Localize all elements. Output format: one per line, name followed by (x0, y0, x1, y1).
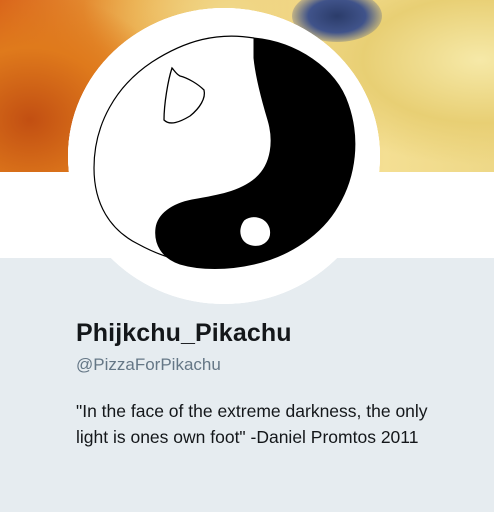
username-handle[interactable]: @PizzaForPikachu (76, 354, 476, 376)
display-name[interactable]: Phijkchu_Pikachu (76, 316, 476, 350)
avatar[interactable] (68, 8, 380, 304)
avatar-border (68, 8, 380, 304)
profile-info: Phijkchu_Pikachu @PizzaForPikachu "In th… (76, 316, 476, 450)
profile-bio: "In the face of the extreme darkness, th… (76, 401, 428, 447)
profile-card: Phijkchu_Pikachu @PizzaForPikachu "In th… (0, 0, 494, 512)
yin-yang-doodle-icon (68, 8, 380, 304)
